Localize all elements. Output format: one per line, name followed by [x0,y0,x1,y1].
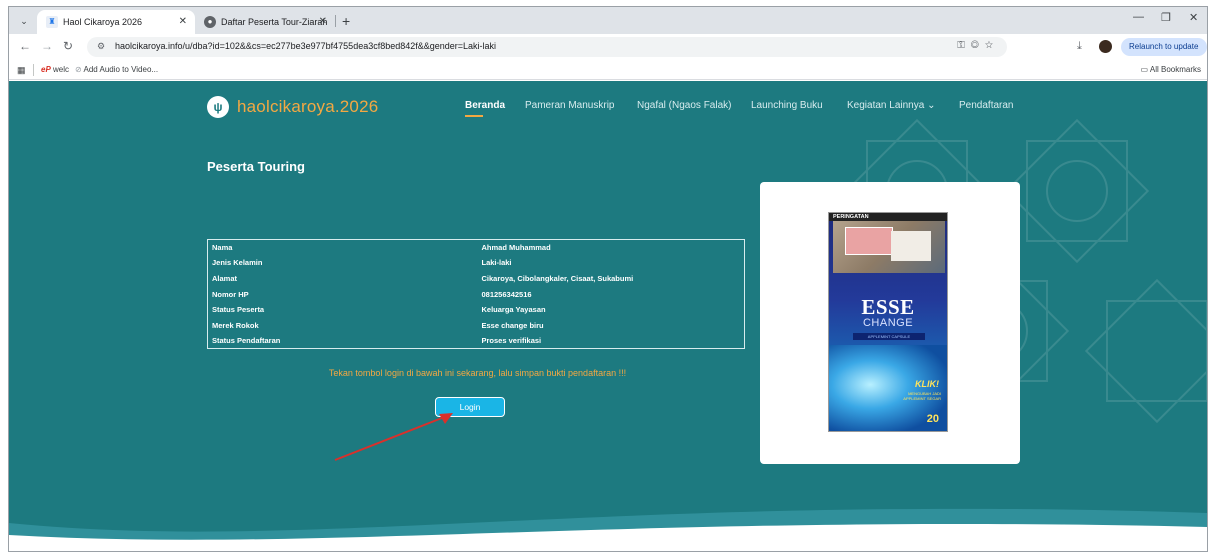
pack-fine-print [833,275,945,291]
all-bookmarks-label: All Bookmarks [1149,65,1201,74]
row-key: Jenis Kelamin [212,258,263,268]
url-text[interactable]: haolcikaroya.info/u/dba?id=102&&cs=ec277… [115,41,496,51]
brand-name: haolcikaroya.2026 [237,97,379,116]
nav-launching-buku[interactable]: Launching Buku [751,100,823,111]
brand-logo-icon: ψ [207,96,229,118]
nav-beranda[interactable]: Beranda [465,100,505,111]
forward-icon[interactable]: → [41,39,53,53]
table-row: Alamat Cikaroya, Cibolangkaler, Cisaat, S… [208,271,745,287]
reload-icon[interactable]: ↻ [63,39,73,53]
bookmark-separator [33,64,34,76]
row-key: Nama [212,243,233,253]
nav-pameran-manuskrip[interactable]: Pameran Manuskrip [525,100,614,111]
globe-favicon-icon: ● [204,16,216,28]
pack-flavor: APPLEMINT CAPSULE [853,333,925,340]
tab-separator [335,15,336,27]
row-value: Keluarga Yayasan [481,305,546,315]
table-row: Nama Ahmad Muhammad [208,240,745,256]
nav-pendaftaran[interactable]: Pendaftaran [959,100,1014,111]
row-value: Laki-laki [481,258,512,268]
row-key: Nomor HP [212,289,249,299]
row-key: Status Peserta [212,305,265,315]
login-notice: Tekan tombol login di bawah ini sekarang… [328,368,627,378]
browser-toolbar: ← → ↻ ⚙ haolcikaroya.info/u/dba?id=102&&… [9,34,1207,69]
bookmark-welc[interactable]: eP welc [41,65,69,74]
bookmark-add-audio[interactable]: ⊘ Add Audio to Video... [75,65,158,74]
site-info-icon[interactable]: ⚙ [97,41,105,52]
table-row: Status Pendaftaran Proses verifikasi [208,333,745,349]
pack-warning-photo [833,221,945,273]
nav-kegiatan-lainnya[interactable]: Kegiatan Lainnya ⌄ [847,100,935,111]
red-arrow-annotation [334,413,453,461]
site-brand[interactable]: ψ haolcikaroya.2026 [207,95,378,119]
pack-warning-label: PERINGATAN [829,213,947,221]
browser-window: ⌄ ♜ Haol Cikaroya 2026 ✕ ● Daftar Pesert… [8,6,1208,552]
key-icon[interactable]: ⚿ [957,40,971,51]
nav-ngafal[interactable]: Ngafal (Ngaos Falak) [637,100,731,111]
bookmark-label: Add Audio to Video... [83,65,159,74]
product-image-card: PERINGATAN ESSE CHANGE APPLEMINT CAPSULE… [760,182,1020,464]
minimize-icon[interactable]: — [1133,11,1144,23]
tab-search-chevron-icon[interactable]: ⌄ [15,12,33,30]
tab-haol-cikaroya[interactable]: ♜ Haol Cikaroya 2026 ✕ [37,10,195,34]
tab-daftar-peserta[interactable]: ● Daftar Peserta Tour-Ziarah Tah ✕ [195,10,335,51]
back-icon[interactable]: ← [19,39,31,53]
participant-table: Nama Ahmad Muhammad Jenis Kelamin Laki-laki… [207,239,745,350]
footer-wave [9,508,1207,551]
folder-icon: ▭ [1140,65,1149,74]
table-row: Status Peserta Keluarga Yayasan [208,302,745,318]
profile-avatar[interactable] [1099,40,1112,53]
row-key: Alamat [212,273,238,283]
tab-strip: ⌄ ♜ Haol Cikaroya 2026 ✕ ● Daftar Pesert… [9,7,1207,51]
row-value: Esse change biru [481,320,544,330]
nav-active-indicator [465,115,483,117]
apps-grid-icon[interactable]: ▦ [17,65,26,76]
eye-slash-icon[interactable]: ◎ [971,40,985,51]
relaunch-label: Relaunch to update [1129,42,1199,51]
relaunch-button[interactable]: Relaunch to update ⋮ [1121,38,1207,69]
site-favicon-icon: ♜ [46,16,58,28]
pack-subbrand: CHANGE [862,317,914,329]
pack-klik: KLIK! [915,379,939,389]
page-title: Peserta Touring [207,159,306,174]
address-bar[interactable]: ⚙ haolcikaroya.info/u/dba?id=102&&cs=ec2… [87,37,1007,57]
new-tab-icon[interactable]: + [342,10,350,32]
restore-icon[interactable]: ❐ [1161,11,1171,24]
bookmark-label: welc [53,65,70,74]
cigarette-pack-image: PERINGATAN ESSE CHANGE APPLEMINT CAPSULE… [828,212,948,432]
tab-title: Haol Cikaroya 2026 [63,17,143,27]
row-key: Status Pendaftaran [212,336,281,346]
tab-close-icon[interactable]: ✕ [319,10,327,34]
table-row: Merek Rokok Esse change biru [208,317,745,333]
row-value: Ahmad Muhammad [481,243,551,253]
close-window-icon[interactable]: ✕ [1189,11,1198,24]
download-icon[interactable]: ⤓ [1077,40,1082,53]
pack-claim: MENGUBAH JADI APPLEMINT SEGAR [903,391,941,401]
row-value: Cikaroya, Cibolangkaler, Cisaat, Sukabum… [481,273,634,283]
row-value: Proses verifikasi [481,336,542,346]
all-bookmarks[interactable]: ▭ All Bookmarks [1141,65,1201,74]
row-value: 081256342516 [481,289,532,299]
bookmarks-bar: ▦ eP welc ⊘ Add Audio to Video... ▭ All … [9,60,1207,80]
bookmark-favicon-icon: eP [41,65,51,74]
webpage: ψ haolcikaroya.2026 Beranda Pameran Manu… [9,81,1207,551]
star-icon[interactable]: ☆ [985,40,999,51]
row-key: Merek Rokok [212,320,259,330]
table-row: Nomor HP 081256342516 [208,286,745,302]
bookmark-favicon-icon: ⊘ [75,65,82,74]
pack-count: 20 [926,413,939,425]
table-row: Jenis Kelamin Laki-laki [208,255,745,271]
tab-close-icon[interactable]: ✕ [179,10,187,34]
